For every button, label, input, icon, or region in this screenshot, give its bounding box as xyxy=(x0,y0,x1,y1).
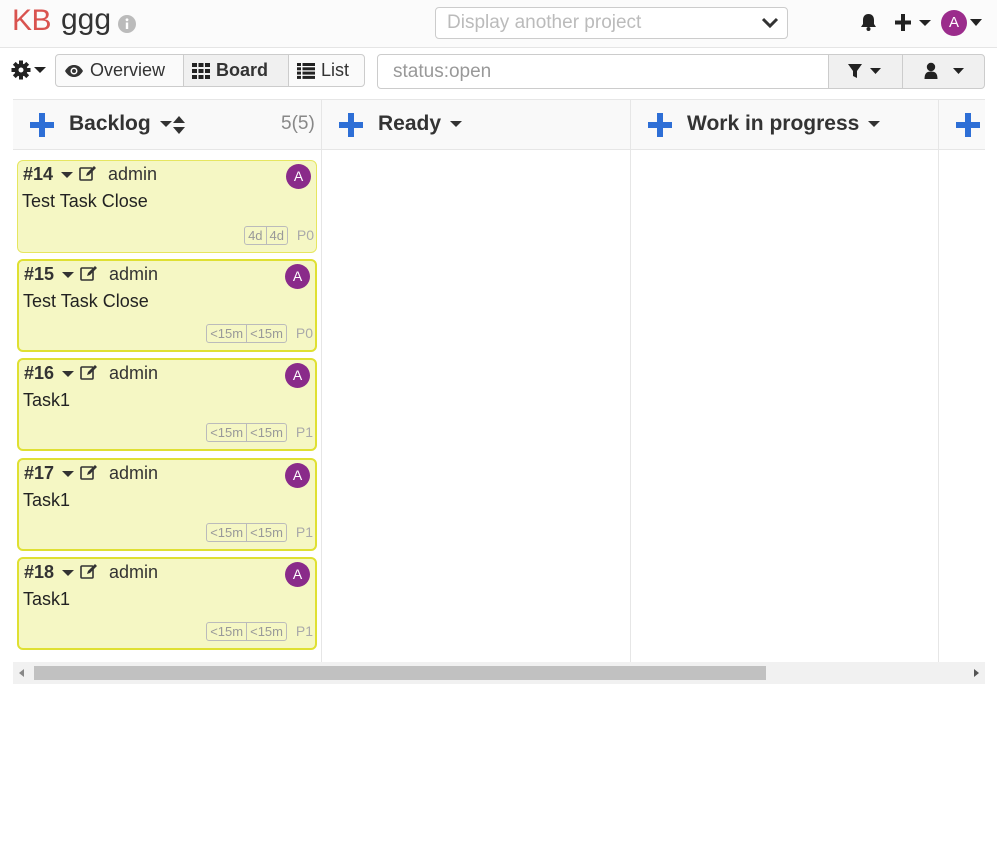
column-header-next xyxy=(939,100,985,150)
list-label: List xyxy=(321,60,350,80)
caret-down-icon xyxy=(62,371,75,378)
filter-button[interactable] xyxy=(828,54,903,89)
task-owner[interactable]: admin xyxy=(109,463,158,484)
task-id-menu[interactable]: #18 xyxy=(24,562,75,583)
sort-icon[interactable] xyxy=(173,116,185,134)
project-select[interactable]: Display another project xyxy=(435,7,788,39)
task-title[interactable]: Task1 xyxy=(23,390,70,411)
edit-icon[interactable] xyxy=(80,364,98,381)
task-priority: P1 xyxy=(295,424,313,440)
scroll-left-icon[interactable] xyxy=(19,669,24,677)
time-tracking-badge: <15m <15m xyxy=(206,523,287,542)
caret-down-icon xyxy=(62,272,75,279)
task-card[interactable]: #18 admin A Task1 <15m <15m P1 xyxy=(17,557,317,650)
edit-icon[interactable] xyxy=(80,265,98,282)
column-body-backlog: #14 admin A Test Task Close 4d 4d P0 #15 … xyxy=(13,150,322,662)
task-id-menu[interactable]: #16 xyxy=(24,363,75,384)
time-tracking-badge: <15m <15m xyxy=(206,622,287,641)
time-tracking-badge: <15m <15m xyxy=(206,423,287,442)
task-avatar: A xyxy=(285,264,310,289)
task-priority: P0 xyxy=(295,325,313,341)
column-header-backlog: Backlog 5(5) xyxy=(13,100,322,150)
column-header-ready: Ready xyxy=(322,100,631,150)
caret-down-icon xyxy=(868,121,881,128)
time-tracking-badge: 4d 4d xyxy=(244,226,288,245)
chevron-down-icon xyxy=(761,17,779,29)
overview-label: Overview xyxy=(90,60,166,80)
project-title: ggg xyxy=(61,3,112,36)
task-card[interactable]: #16 admin A Task1 <15m <15m P1 xyxy=(17,358,317,451)
task-owner[interactable]: admin xyxy=(109,363,158,384)
plus-menu-icon[interactable] xyxy=(894,13,934,32)
column-title[interactable]: Backlog xyxy=(69,112,172,136)
add-task-icon[interactable] xyxy=(956,113,980,137)
user-icon xyxy=(924,62,964,79)
task-card[interactable]: #14 admin A Test Task Close 4d 4d P0 xyxy=(17,160,317,253)
funnel-icon xyxy=(848,64,881,78)
edit-icon[interactable] xyxy=(80,464,98,481)
task-id-menu[interactable]: #17 xyxy=(24,463,75,484)
kanban-board: Backlog 5(5) #14 admin A Test Task Close… xyxy=(13,99,985,662)
search-input[interactable]: status:open xyxy=(377,54,829,89)
column-task-count: 5(5) xyxy=(281,113,315,134)
info-icon[interactable] xyxy=(118,15,136,33)
task-title[interactable]: Test Task Close xyxy=(23,291,149,312)
task-title[interactable]: Test Task Close xyxy=(22,191,148,212)
scroll-right-icon[interactable] xyxy=(974,669,979,677)
edit-icon[interactable] xyxy=(79,165,97,182)
list-tab[interactable]: List xyxy=(289,55,364,86)
task-priority: P1 xyxy=(295,524,313,540)
column-body-work-in-progress xyxy=(631,150,939,662)
task-id-menu[interactable]: #14 xyxy=(23,164,74,185)
caret-down-icon[interactable] xyxy=(970,19,982,26)
task-owner[interactable]: admin xyxy=(109,264,158,285)
caret-down-icon xyxy=(159,121,172,128)
task-avatar: A xyxy=(285,562,310,587)
task-card[interactable]: #15 admin A Test Task Close <15m <15m P0 xyxy=(17,259,317,352)
task-title[interactable]: Task1 xyxy=(23,589,70,610)
column-title[interactable]: Work in progress xyxy=(687,112,881,136)
task-priority: P0 xyxy=(296,227,314,243)
user-avatar[interactable]: A xyxy=(941,10,967,36)
task-title[interactable]: Task1 xyxy=(23,490,70,511)
view-switcher: Overview Board List xyxy=(55,54,365,87)
column-body-ready xyxy=(322,150,631,662)
eye-icon xyxy=(65,64,83,77)
task-owner[interactable]: admin xyxy=(108,164,157,185)
add-task-icon[interactable] xyxy=(30,113,54,137)
list-icon xyxy=(297,62,315,79)
grid-icon xyxy=(192,62,210,79)
time-tracking-badge: <15m <15m xyxy=(206,324,287,343)
bell-icon[interactable] xyxy=(859,13,878,32)
add-task-icon[interactable] xyxy=(648,113,672,137)
caret-down-icon xyxy=(61,172,74,179)
caret-down-icon xyxy=(62,570,75,577)
gear-icon[interactable] xyxy=(11,60,47,80)
task-avatar: A xyxy=(285,463,310,488)
task-card[interactable]: #17 admin A Task1 <15m <15m P1 xyxy=(17,458,317,551)
task-avatar: A xyxy=(285,363,310,388)
top-header: KB ggg Display another project A xyxy=(0,0,997,48)
column-title[interactable]: Ready xyxy=(378,112,462,136)
task-avatar: A xyxy=(286,164,311,189)
horizontal-scrollbar[interactable] xyxy=(13,662,985,684)
task-id-menu[interactable]: #15 xyxy=(24,264,75,285)
user-filter-button[interactable] xyxy=(902,54,985,89)
caret-down-icon xyxy=(62,471,75,478)
scrollbar-thumb[interactable] xyxy=(34,666,766,680)
edit-icon[interactable] xyxy=(80,563,98,580)
overview-tab[interactable]: Overview xyxy=(56,55,184,86)
app-logo[interactable]: KB xyxy=(12,4,52,38)
board-label: Board xyxy=(216,60,269,80)
caret-down-icon xyxy=(449,121,462,128)
add-task-icon[interactable] xyxy=(339,113,363,137)
board-tab[interactable]: Board xyxy=(184,55,289,86)
column-header-work-in-progress: Work in progress xyxy=(631,100,939,150)
project-select-placeholder: Display another project xyxy=(447,12,642,33)
task-priority: P1 xyxy=(295,623,313,639)
task-owner[interactable]: admin xyxy=(109,562,158,583)
